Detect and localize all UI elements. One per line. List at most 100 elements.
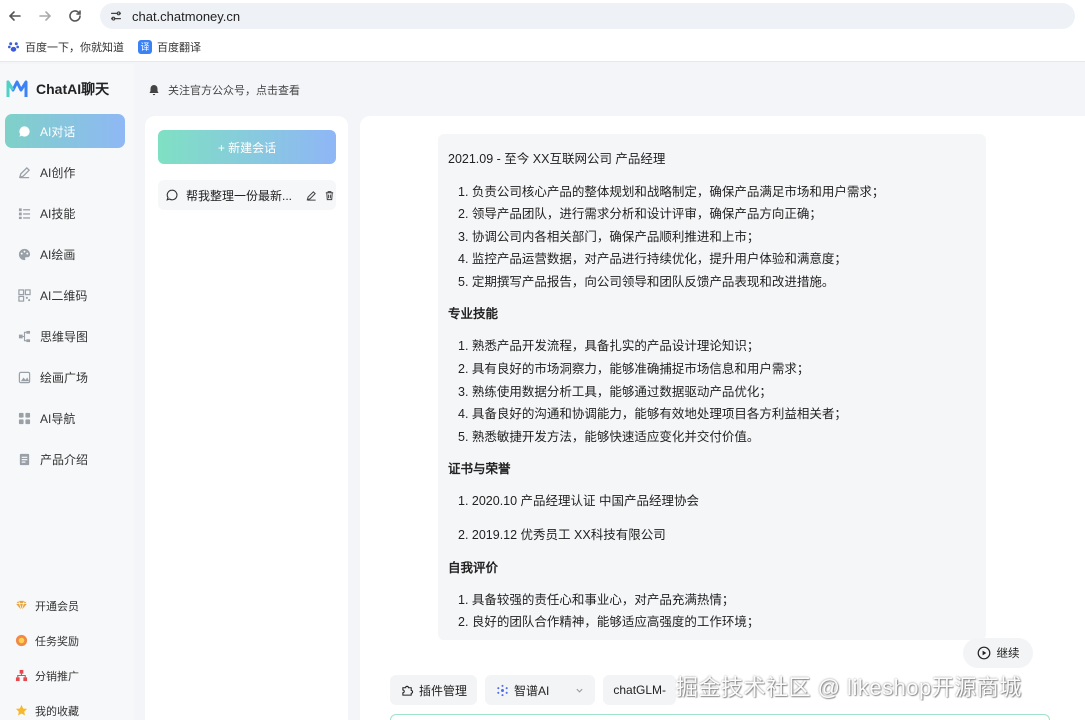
sidebar-item-drawing-square[interactable]: 绘画广场 (5, 360, 125, 394)
watermark: 掘金技术社区 @ likeshop开源商城 (676, 675, 1022, 700)
bookmark-baidu-translate[interactable]: 译 百度翻译 (138, 39, 201, 55)
list-icon (17, 206, 31, 220)
message-heading: 2021.09 - 至今 XX互联网公司 产品经理 (448, 152, 666, 166)
continue-label: 继续 (996, 648, 1020, 660)
notice-text: 关注官方公众号，点击查看 (168, 85, 300, 97)
image-icon (17, 370, 31, 384)
plugin-manager-label: 插件管理 (419, 683, 468, 698)
reward-icon (14, 634, 28, 648)
arrow-right-icon (39, 11, 52, 21)
qrcode-icon (17, 288, 31, 302)
sidebar-item-ai-drawing[interactable]: AI绘画 (5, 237, 125, 271)
sidebar-item-vip[interactable]: 开通会员 (14, 588, 124, 623)
section-title: 专业技能 (448, 307, 499, 322)
grid-icon (17, 411, 31, 425)
new-chat-button[interactable]: + 新建会话 (158, 130, 336, 164)
reload-icon (69, 10, 81, 22)
reload-button[interactable] (60, 1, 90, 31)
translate-icon: 译 (138, 39, 152, 54)
bottom-item-label: 开通会员 (35, 600, 79, 613)
submodel-select[interactable]: chatGLM- (603, 675, 677, 705)
chevron-down-icon (575, 685, 585, 695)
baidu-paw-icon (6, 40, 20, 54)
sidebar-item-ai-qrcode[interactable]: AI二维码 (5, 278, 125, 312)
bookmark-label: 百度一下，你就知道 (25, 41, 124, 54)
chat-bubble-icon (166, 189, 178, 201)
pen-icon (17, 165, 31, 179)
app-logo[interactable]: ChatAI聊天 (6, 78, 109, 100)
url-text: chat.chatmoney.cn (132, 8, 241, 24)
list-item: 1. 负责公司核心产品的整体规划和战略制定，确保产品满足市场和用户需求； (458, 184, 885, 199)
sidebar-item-label: 绘画广场 (40, 370, 89, 385)
bookmark-baidu[interactable]: 百度一下，你就知道 (6, 39, 124, 55)
play-circle-icon (977, 646, 990, 660)
list-item: 5. 定期撰写产品报告，向公司领导和团队反馈产品表现和改进措施。 (458, 274, 835, 289)
delete-icon[interactable] (322, 188, 336, 202)
bookmark-label: 百度翻译 (157, 41, 201, 54)
document-icon (17, 452, 31, 466)
address-bar[interactable]: chat.chatmoney.cn (100, 3, 1075, 29)
forward-button[interactable] (30, 1, 60, 31)
sidebar-item-label: 产品介绍 (40, 452, 89, 467)
conversation-list: + 新建会话 帮我整理一份最新... (145, 116, 348, 720)
continue-button[interactable]: 继续 (963, 638, 1033, 668)
puzzle-icon (400, 683, 414, 697)
logo-icon (6, 80, 28, 97)
list-item: 2. 具有良好的市场洞察力，能够准确捕捉市场信息和用户需求； (458, 362, 810, 377)
list-item: 1. 具备较强的责任心和事业心，对产品充满热情； (458, 592, 735, 607)
sidebar-item-ai-chat[interactable]: AI对话 (5, 114, 125, 148)
message-input[interactable] (390, 714, 1050, 720)
list-item: 2. 领导产品团队，进行需求分析和设计评审，确保产品方向正确； (458, 207, 822, 222)
edit-icon[interactable] (304, 188, 318, 202)
sidebar-item-mindmap[interactable]: 思维导图 (5, 319, 125, 353)
model-label: 智谱AI (514, 683, 550, 698)
submodel-label: chatGLM- (613, 683, 667, 697)
star-icon (14, 704, 28, 718)
bookmarks-bar: 百度一下，你就知道 译 百度翻译 (0, 32, 1085, 62)
vip-icon (14, 599, 28, 613)
conversation-title: 帮我整理一份最新... (186, 188, 293, 203)
site-settings-icon[interactable] (108, 8, 124, 24)
app-name: ChatAI聊天 (36, 81, 110, 97)
sidebar-item-label: 思维导图 (40, 329, 89, 344)
conversation-item[interactable]: 帮我整理一份最新... (158, 180, 336, 210)
input-toolbar: 插件管理 智谱AI chatGLM- (390, 675, 684, 705)
browser-toolbar: chat.chatmoney.cn (0, 0, 1085, 32)
sidebar-item-label: AI对话 (40, 124, 76, 139)
back-button[interactable] (0, 1, 30, 31)
bell-icon (149, 85, 159, 96)
sidebar-item-distribution[interactable]: 分销推广 (14, 658, 124, 693)
sidebar-item-ai-navigation[interactable]: AI导航 (5, 401, 125, 435)
list-item: 4. 监控产品运营数据，对产品进行持续优化，提升用户体验和满意度； (458, 252, 847, 267)
bottom-item-label: 分销推广 (35, 670, 79, 683)
list-item: 1. 2020.10 产品经理认证 中国产品经理协会 (458, 494, 700, 509)
app-sidebar: ChatAI聊天 AI对话 AI创作 AI技能 AI绘画 AI二维码 思维导图 (0, 64, 134, 720)
sidebar-item-label: AI创作 (40, 165, 76, 180)
share-tree-icon (14, 669, 28, 683)
sidebar-item-label: AI绘画 (40, 247, 76, 262)
palette-icon (17, 247, 31, 261)
official-account-notice[interactable]: 关注官方公众号，点击查看 (148, 82, 300, 98)
sidebar-item-ai-writing[interactable]: AI创作 (5, 155, 125, 189)
model-select[interactable]: 智谱AI (485, 675, 596, 705)
bottom-menu: 开通会员 任务奖励 分销推广 我的收藏 (14, 588, 124, 720)
sidebar-item-label: AI导航 (40, 411, 76, 426)
sidebar-item-product-intro[interactable]: 产品介绍 (5, 442, 125, 476)
list-item: 4. 具备良好的沟通和协调能力，能够有效地处理项目各方利益相关者； (458, 407, 847, 422)
sidebar-item-favorites[interactable]: 我的收藏 (14, 693, 124, 720)
list-item: 1. 熟悉产品开发流程，具备扎实的产品设计理论知识； (458, 339, 760, 354)
plugin-manager-button[interactable]: 插件管理 (390, 675, 478, 705)
zhipu-logo-icon (495, 683, 509, 697)
list-item: 2. 2019.12 优秀员工 XX科技有限公司 (458, 528, 666, 543)
assistant-message: 2021.09 - 至今 XX互联网公司 产品经理 1. 负责公司核心产品的整体… (438, 134, 986, 640)
arrow-left-icon (8, 11, 21, 21)
chat-main: 2021.09 - 至今 XX互联网公司 产品经理 1. 负责公司核心产品的整体… (360, 116, 1085, 720)
sidebar-item-task-reward[interactable]: 任务奖励 (14, 623, 124, 658)
section-title: 证书与荣誉 (448, 462, 511, 477)
message-fade (438, 626, 986, 640)
section-title: 自我评价 (448, 560, 499, 575)
list-item: 5. 熟悉敏捷开发方法，能够快速适应变化并交付价值。 (458, 429, 760, 444)
sidebar-item-label: AI技能 (40, 206, 76, 221)
sidebar-item-ai-skills[interactable]: AI技能 (5, 196, 125, 230)
mindmap-icon (17, 329, 31, 343)
